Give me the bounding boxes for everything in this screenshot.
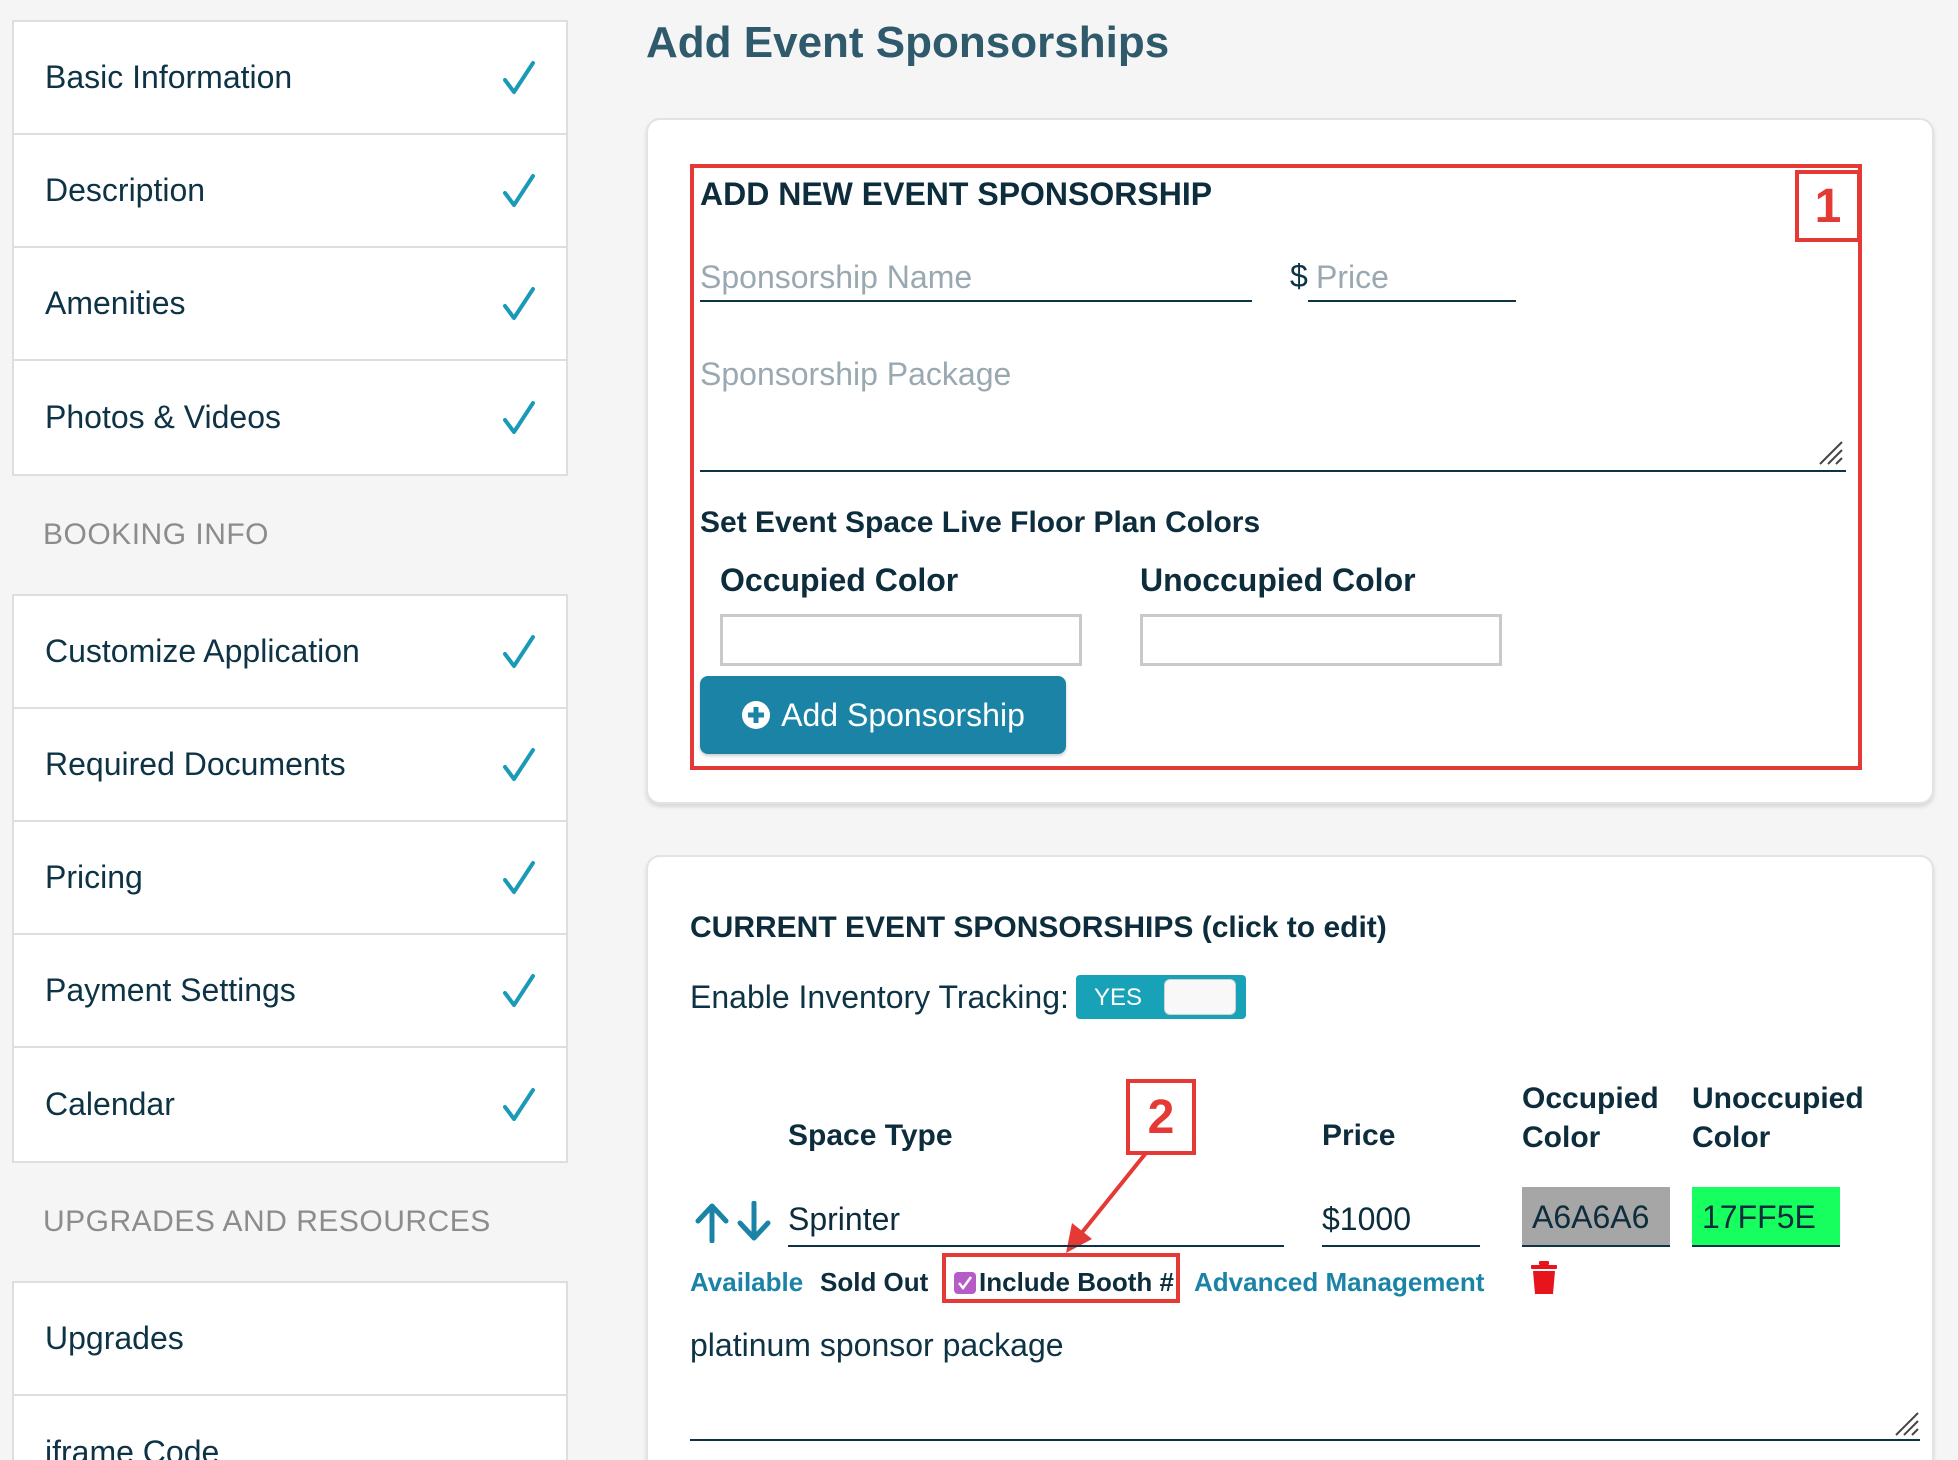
unoccupied-color-input[interactable] (1140, 614, 1502, 666)
page-title: Add Event Sponsorships (646, 18, 1170, 67)
unoccupied-color-value[interactable]: 17FF5E (1692, 1187, 1840, 1247)
col-space-type: Space Type (788, 1119, 953, 1152)
check-icon (502, 60, 536, 96)
advanced-management-link[interactable]: Advanced Management (1194, 1267, 1484, 1298)
toggle-knob (1164, 979, 1236, 1015)
current-sponsorships-card: CURRENT EVENT SPONSORSHIPS (click to edi… (646, 855, 1934, 1460)
floor-plan-colors-heading: Set Event Space Live Floor Plan Colors (700, 506, 1261, 539)
col-price: Price (1322, 1119, 1396, 1152)
col-unoccupied-color: Unoccupied Color (1692, 1079, 1864, 1157)
section-label-booking-info: BOOKING INFO (43, 518, 270, 551)
occupied-color-input[interactable] (720, 614, 1082, 666)
sidebar-item-label: Upgrades (45, 1320, 184, 1356)
nav-group-listing: Basic Information Description Amenities … (12, 20, 568, 476)
toggle-label: YES (1094, 984, 1143, 1011)
sold-out-link[interactable]: Sold Out (820, 1267, 928, 1298)
check-icon (502, 747, 536, 783)
sidebar-item-label: Pricing (45, 859, 143, 895)
check-icon (502, 860, 536, 896)
sidebar-item-upgrades[interactable]: Upgrades (14, 1283, 566, 1396)
col-occupied-color: Occupied Color (1522, 1079, 1659, 1157)
sidebar-item-required-documents[interactable]: Required Documents (14, 709, 566, 822)
space-type-input[interactable]: Sprinter (788, 1195, 1284, 1247)
sidebar-item-label: Calendar (45, 1086, 175, 1122)
price-value-input[interactable]: $1000 (1322, 1195, 1480, 1247)
available-link[interactable]: Available (690, 1267, 803, 1298)
add-sponsorship-button[interactable]: Add Sponsorship (700, 676, 1066, 754)
col-occupied-line-1: Occupied (1522, 1082, 1659, 1115)
resize-grip-icon[interactable] (1818, 440, 1844, 466)
inventory-tracking-label: Enable Inventory Tracking: (690, 979, 1069, 1015)
sidebar-item-payment-settings[interactable]: Payment Settings (14, 935, 566, 1048)
sidebar-item-calendar[interactable]: Calendar (14, 1048, 566, 1161)
sidebar-item-iframe-code[interactable]: iframe Code (14, 1396, 566, 1460)
current-sponsorships-heading: CURRENT EVENT SPONSORSHIPS (click to edi… (690, 911, 1387, 944)
sidebar-item-label: Description (45, 172, 206, 208)
nav-group-upgrades: Upgrades iframe Code (12, 1281, 568, 1460)
sidebar-item-label: iframe Code (45, 1434, 220, 1460)
sidebar-item-amenities[interactable]: Amenities (14, 248, 566, 361)
sidebar-item-basic-information[interactable]: Basic Information (14, 22, 566, 135)
sidebar-item-label: Amenities (45, 285, 186, 321)
add-sponsorship-heading: ADD NEW EVENT SPONSORSHIP (700, 176, 1213, 212)
col-occupied-line-2: Color (1522, 1121, 1601, 1154)
sidebar-item-label: Payment Settings (45, 972, 296, 1008)
sidebar-item-label: Photos & Videos (45, 399, 282, 435)
currency-symbol: $ (1290, 258, 1308, 294)
sidebar-item-customize-application[interactable]: Customize Application (14, 596, 566, 709)
check-icon (502, 400, 536, 436)
callout-badge-1: 1 (1795, 170, 1861, 242)
trash-icon[interactable] (1530, 1261, 1558, 1295)
plus-circle-icon (742, 701, 771, 729)
package-textarea-underline (690, 1439, 1920, 1441)
sidebar-item-label: Required Documents (45, 746, 346, 782)
sponsorship-name-input[interactable] (700, 256, 1252, 302)
package-text[interactable]: platinum sponsor package (690, 1327, 1064, 1364)
sidebar-item-photos-videos[interactable]: Photos & Videos (14, 361, 566, 474)
sidebar-item-label: Basic Information (45, 59, 293, 95)
check-icon (502, 973, 536, 1009)
resize-grip-icon[interactable] (1894, 1411, 1920, 1437)
sidebar-item-pricing[interactable]: Pricing (14, 822, 566, 935)
unoccupied-color-label: Unoccupied Color (1140, 562, 1416, 598)
col-unoccupied-line-2: Color (1692, 1121, 1771, 1154)
check-icon (502, 634, 536, 670)
col-unoccupied-line-1: Unoccupied (1692, 1082, 1864, 1115)
sidebar: Basic Information Description Amenities … (12, 20, 568, 1460)
price-input[interactable] (1308, 256, 1516, 302)
check-icon (502, 173, 536, 209)
occupied-color-value[interactable]: A6A6A6 (1522, 1187, 1670, 1247)
sidebar-item-label: Customize Application (45, 633, 360, 669)
section-label-upgrades: UPGRADES AND RESOURCES (43, 1205, 491, 1238)
inventory-tracking-toggle[interactable]: YES (1076, 975, 1246, 1019)
add-sponsorship-card: 1 ADD NEW EVENT SPONSORSHIP $ Set Event … (646, 118, 1934, 804)
checkbox-checked-icon (954, 1271, 976, 1294)
occupied-color-label: Occupied Color (720, 562, 959, 598)
add-sponsorship-label: Add Sponsorship (781, 696, 1025, 733)
callout-badge-2: 2 (1126, 1079, 1196, 1155)
sidebar-item-description[interactable]: Description (14, 135, 566, 248)
nav-group-booking: Customize Application Required Documents… (12, 594, 568, 1163)
include-booth-checkbox[interactable]: Include Booth # (954, 1267, 1174, 1298)
check-icon (502, 1087, 536, 1123)
include-booth-label: Include Booth # (979, 1267, 1174, 1297)
arrow-up-icon[interactable] (694, 1201, 730, 1243)
check-icon (502, 286, 536, 322)
arrow-down-icon[interactable] (736, 1201, 772, 1243)
sponsorship-package-textarea[interactable] (700, 356, 1846, 472)
